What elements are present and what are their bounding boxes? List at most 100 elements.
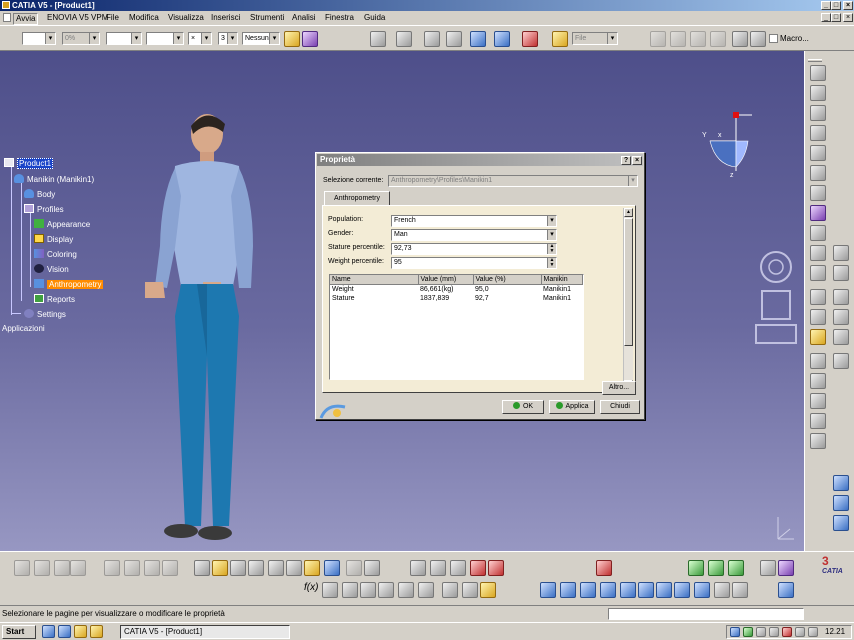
tree-node-body[interactable]: Body [24,189,55,200]
minimize-button[interactable]: _ [821,1,831,10]
tool-icon[interactable] [810,85,826,101]
tree-node-manikin[interactable]: Manikin (Manikin1) [14,174,94,185]
window-title-bar[interactable]: CATIA V5 - [Product1] _ □ × [0,0,854,11]
menu-inserisci[interactable]: Inserisci [209,13,242,23]
tool-icon[interactable] [342,582,358,598]
normal-view-icon[interactable] [656,582,672,598]
cut-icon[interactable] [268,560,284,576]
tool-icon[interactable] [833,245,849,261]
tool-icon[interactable] [778,582,794,598]
tool-icon[interactable] [124,560,140,576]
doc-restore-button[interactable]: □ [831,13,841,22]
menu-analisi[interactable]: Analisi [290,13,318,23]
catalog-icon[interactable] [446,31,462,47]
open-folder-icon[interactable] [552,31,568,47]
command-input[interactable] [608,608,804,620]
tool-icon[interactable] [833,515,849,531]
apply-button[interactable]: Applica [549,400,595,414]
open-file-icon[interactable] [212,560,228,576]
tool-icon[interactable] [810,433,826,449]
table-row[interactable]: Weight 86,661(kg) 95,0 Manikin1 [330,285,583,295]
tool-icon[interactable] [54,560,70,576]
tray-icon[interactable] [756,627,766,637]
tool-icon[interactable] [480,582,496,598]
rotate-icon[interactable] [600,582,616,598]
close-button[interactable]: × [843,1,853,10]
redo-icon[interactable] [670,31,686,47]
file-combo[interactable]: File [572,32,618,45]
point-combo[interactable]: × [188,32,212,45]
tool-icon[interactable] [728,560,744,576]
whats-this-icon[interactable] [364,560,380,576]
tool-icon[interactable] [810,225,826,241]
tree-expand-icon[interactable] [370,31,386,47]
menu-modifica[interactable]: Modifica [127,13,161,23]
menu-finestra[interactable]: Finestra [323,13,356,23]
undo-icon[interactable] [650,31,666,47]
zoom-in-icon[interactable] [620,582,636,598]
tool-icon[interactable] [462,582,478,598]
menu-strumenti[interactable]: Strumenti [248,13,286,23]
spinner-icon[interactable]: ▲ ▼ [547,244,556,254]
pan-icon[interactable] [580,582,596,598]
transparency-combo[interactable]: 0% [62,32,100,45]
zoom-out-icon[interactable] [638,582,654,598]
3d-viewport[interactable]: Product1 Manikin (Manikin1) Body Profile… [0,51,804,551]
column-header[interactable]: Name [330,275,419,285]
chevron-down-icon[interactable]: ▾ [547,230,556,240]
save-icon[interactable] [230,560,246,576]
layer-combo[interactable]: Nessuno [242,32,280,45]
document-icon[interactable] [3,13,11,22]
copy-icon[interactable] [286,560,302,576]
tool-icon[interactable] [833,495,849,511]
tool-icon[interactable] [322,582,338,598]
tool-icon[interactable] [810,65,826,81]
fix-icon[interactable] [396,31,412,47]
tool-icon[interactable] [810,245,826,261]
graphic-properties-icon[interactable] [302,31,318,47]
dialog-close-icon[interactable]: × [632,156,642,165]
tool-icon[interactable] [833,265,849,281]
formula-icon[interactable]: f(x) [304,582,318,593]
print-icon[interactable] [248,560,264,576]
tool-icon[interactable] [70,560,86,576]
tool-icon[interactable] [810,145,826,161]
tree-node-vision[interactable]: Vision [34,264,69,275]
tool-icon[interactable] [410,560,426,576]
tool-icon[interactable] [162,560,178,576]
tool-icon[interactable] [810,185,826,201]
tool-icon[interactable] [442,582,458,598]
menu-avvia[interactable]: Avvia [13,13,39,25]
tool-icon[interactable] [810,125,826,141]
more-button[interactable]: Altro... [602,381,636,395]
task-catia[interactable]: CATIA V5 - [Product1] [120,625,290,639]
properties-table[interactable]: Name Value (mm) Value (%) Manikin Weight… [329,274,584,380]
stature-percentile-input[interactable]: 92,73 ▲ ▼ [391,243,557,255]
start-button[interactable]: Start [2,625,36,639]
help-button[interactable]: ? [621,156,631,165]
menu-visualizza[interactable]: Visualizza [166,13,206,23]
tool-icon[interactable] [430,560,446,576]
grid-icon[interactable] [596,560,612,576]
tool-icon[interactable] [833,289,849,305]
tool-icon[interactable] [760,560,776,576]
tray-icon[interactable] [795,627,805,637]
tool-icon[interactable] [833,309,849,325]
hide-show-icon[interactable] [714,582,730,598]
quicklaunch-icon[interactable] [58,625,71,638]
tool-icon[interactable] [810,373,826,389]
quicklaunch-icon[interactable] [74,625,87,638]
tool-icon[interactable] [14,560,30,576]
table-row[interactable]: Stature 1837,839 92,7 Manikin1 [330,294,583,303]
ok-button[interactable]: OK [502,400,544,414]
tool-icon[interactable] [810,329,826,345]
dialog-title-bar[interactable]: Proprietà ? × [317,154,643,166]
linetype-combo[interactable] [106,32,142,45]
flag-icon[interactable] [470,31,486,47]
speaker-icon[interactable] [808,627,818,637]
population-select[interactable]: French ▾ [391,215,557,227]
scroll-thumb[interactable] [624,218,633,346]
color-combo[interactable] [22,32,56,45]
tree-node-product1[interactable]: Product1 [4,158,54,169]
tree-node-profiles[interactable]: Profiles [24,204,64,215]
